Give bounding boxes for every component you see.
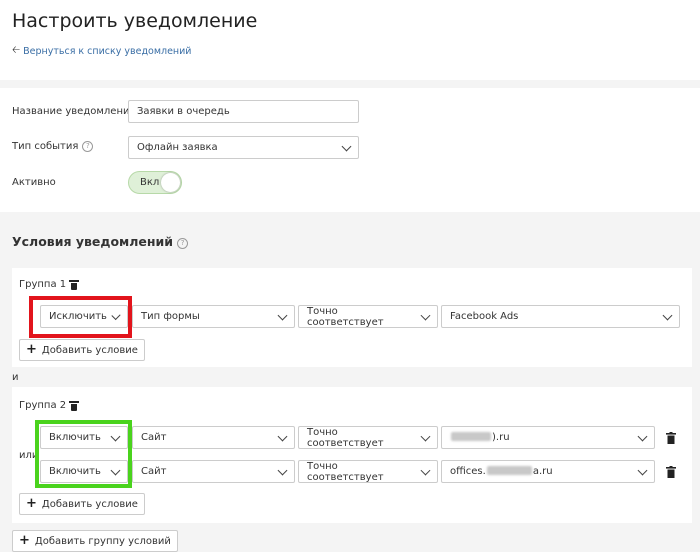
back-link[interactable]: 🡠 Вернуться к списку уведомлений [12,43,191,60]
group-2-row-1-field-select[interactable]: Сайт [132,426,295,449]
chevron-down-icon [637,431,648,441]
name-input[interactable]: Заявки в очередь [128,100,359,123]
group-2-add-condition-button[interactable]: + Добавить условие [19,493,145,515]
group-1-row-1-field-select[interactable]: Тип формы [132,305,295,328]
trash-icon[interactable] [69,279,80,290]
page-header: Настроить уведомление 🡠 Вернуться к спис… [0,0,700,80]
help-icon[interactable]: ? [177,238,189,249]
back-link-label: Вернуться к списку уведомлений [23,46,192,57]
chevron-down-icon [420,465,431,475]
trash-icon[interactable] [69,400,80,411]
chevron-down-icon [341,141,352,151]
group-2-row-1-value-select[interactable]: ).ru [441,426,655,449]
page-title: Настроить уведомление [12,10,258,32]
name-label: Название уведомления [12,106,136,117]
highlight-box-green [35,420,132,488]
highlight-box-red [29,296,132,338]
arrow-left-icon: 🡠 [12,45,21,56]
chevron-down-icon [637,465,648,475]
conditions-title: Условия уведомлений? [12,234,189,249]
group-2-row-1-operator-select[interactable]: Точно соответствует [298,426,438,449]
chevron-down-icon [420,310,431,320]
chevron-down-icon [420,431,431,441]
group-1-add-condition-button[interactable]: + Добавить условие [19,339,145,361]
plus-icon: + [26,496,37,511]
group-2-title: Группа 2 [19,400,80,411]
chevron-down-icon [662,310,673,320]
help-icon[interactable]: ? [82,141,94,152]
event-type-select[interactable]: Офлайн заявка [128,136,359,159]
redacted-text [451,432,491,441]
add-group-button[interactable]: + Добавить группу условий [12,530,178,552]
redacted-text [486,466,532,475]
group-1-row-1-operator-select[interactable]: Точно соответствует [298,305,438,328]
active-label: Активно [12,177,56,188]
plus-icon: + [19,533,30,548]
connector-and: и [12,372,19,383]
toggle-knob [161,173,180,192]
delete-row-icon[interactable] [666,466,676,478]
chevron-down-icon [277,465,288,475]
group-2-row-2-value-select[interactable]: offices. a.ru [441,460,655,483]
delete-row-icon[interactable] [666,432,676,444]
chevron-down-icon [277,431,288,441]
group-1-title: Группа 1 [19,279,80,290]
active-toggle[interactable]: Вкл [128,171,182,194]
group-2-row-2-operator-select[interactable]: Точно соответствует [298,460,438,483]
plus-icon: + [26,342,37,357]
chevron-down-icon [277,310,288,320]
event-type-label: Тип события? [12,141,94,152]
group-1-row-1-value-select[interactable]: Facebook Ads [441,305,680,328]
group-2-row-2-field-select[interactable]: Сайт [132,460,295,483]
